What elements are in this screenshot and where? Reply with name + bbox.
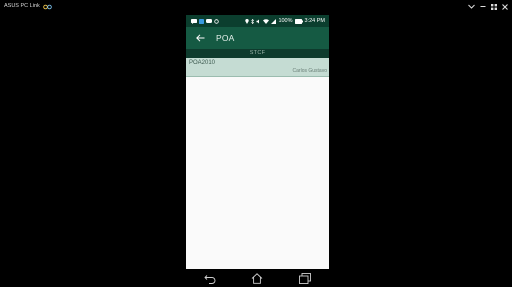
phone-screen: 100% 3:24 PM POA STCF POA2010 Carlos Gus… [186, 15, 329, 269]
close-icon[interactable] [502, 3, 508, 10]
signal-icon [271, 18, 277, 24]
minimize-icon[interactable] [480, 4, 486, 9]
arrow-left-icon [195, 34, 204, 42]
link-icon [43, 4, 52, 10]
app-toolbar: POA [186, 27, 329, 49]
item-code: POA2010 [189, 60, 216, 66]
list-item[interactable]: POA2010 Carlos Gustavo [186, 58, 329, 77]
message-icon [191, 18, 197, 24]
mute-icon [256, 19, 261, 24]
status-time: 3:24 PM [304, 18, 325, 24]
item-name: Carlos Gustavo [292, 68, 327, 74]
recent-apps-icon [299, 273, 312, 284]
android-nav-bar [186, 270, 329, 287]
nav-recents-button[interactable] [299, 273, 312, 284]
sync-icon [214, 18, 219, 24]
battery-percent: 100% [278, 18, 293, 24]
page-title: POA [216, 33, 235, 43]
host-title: ASUS PC Link [4, 3, 40, 9]
back-arrow-icon [204, 274, 216, 284]
window-controls [468, 2, 508, 11]
back-button[interactable] [192, 30, 208, 46]
battery-icon [294, 18, 303, 24]
nav-back-button[interactable] [204, 274, 216, 284]
section-header: STCF [186, 49, 329, 58]
wifi-icon [263, 18, 270, 24]
host-title-bar: ASUS PC Link [4, 2, 52, 11]
location-icon [245, 18, 250, 24]
app-icon [199, 18, 204, 24]
bluetooth-icon [251, 18, 255, 24]
home-icon [252, 273, 263, 284]
grid-icon[interactable] [491, 3, 497, 10]
notification-icons [191, 18, 219, 24]
collapse-icon[interactable] [468, 4, 475, 9]
chat-icon [206, 18, 212, 24]
nav-home-button[interactable] [251, 273, 263, 284]
status-bar: 100% 3:24 PM [186, 15, 329, 27]
pc-link-window: ASUS PC Link 100% 3:24 PM POA STCF POA20… [0, 0, 512, 287]
